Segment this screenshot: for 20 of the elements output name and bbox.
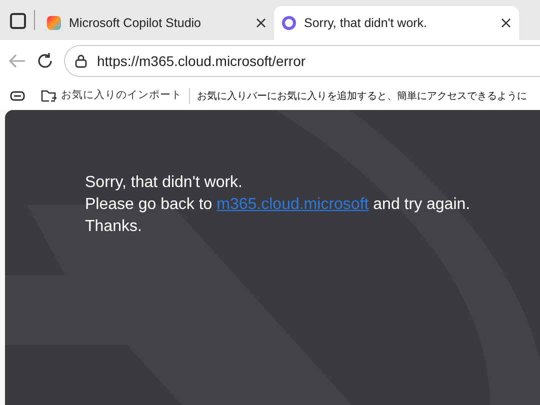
url-text: https://m365.cloud.microsoft/error [97, 52, 306, 71]
address-bar[interactable]: https://m365.cloud.microsoft/error [64, 45, 540, 77]
tab-title: Microsoft Copilot Studio [69, 14, 202, 32]
close-icon[interactable] [501, 18, 511, 28]
refresh-icon[interactable] [36, 52, 54, 70]
tab-actions-icon[interactable] [10, 13, 26, 29]
browser-tab[interactable]: Sorry, that didn't work. [274, 6, 519, 40]
lock-icon [75, 54, 87, 68]
site-logo-icon [282, 16, 296, 30]
site-logo-icon [47, 16, 61, 30]
favorites-bar-hint: お気に入りバーにお気に入りを追加すると、簡単にアクセスできるように [197, 90, 527, 104]
import-favorites-button[interactable]: お気に入りのインポート [41, 88, 182, 104]
folder-icon [41, 89, 57, 103]
error-message-line: Please go back to m365.cloud.microsoft and try again. [85, 195, 472, 215]
tab-title: Sorry, that didn't work. [304, 14, 428, 32]
error-message-line: Sorry, that didn't work. [85, 173, 244, 193]
collections-icon[interactable] [10, 90, 26, 102]
close-icon[interactable] [256, 18, 266, 28]
browser-tab[interactable]: Microsoft Copilot Studio [39, 6, 274, 40]
error-message-line: Thanks. [85, 217, 143, 237]
